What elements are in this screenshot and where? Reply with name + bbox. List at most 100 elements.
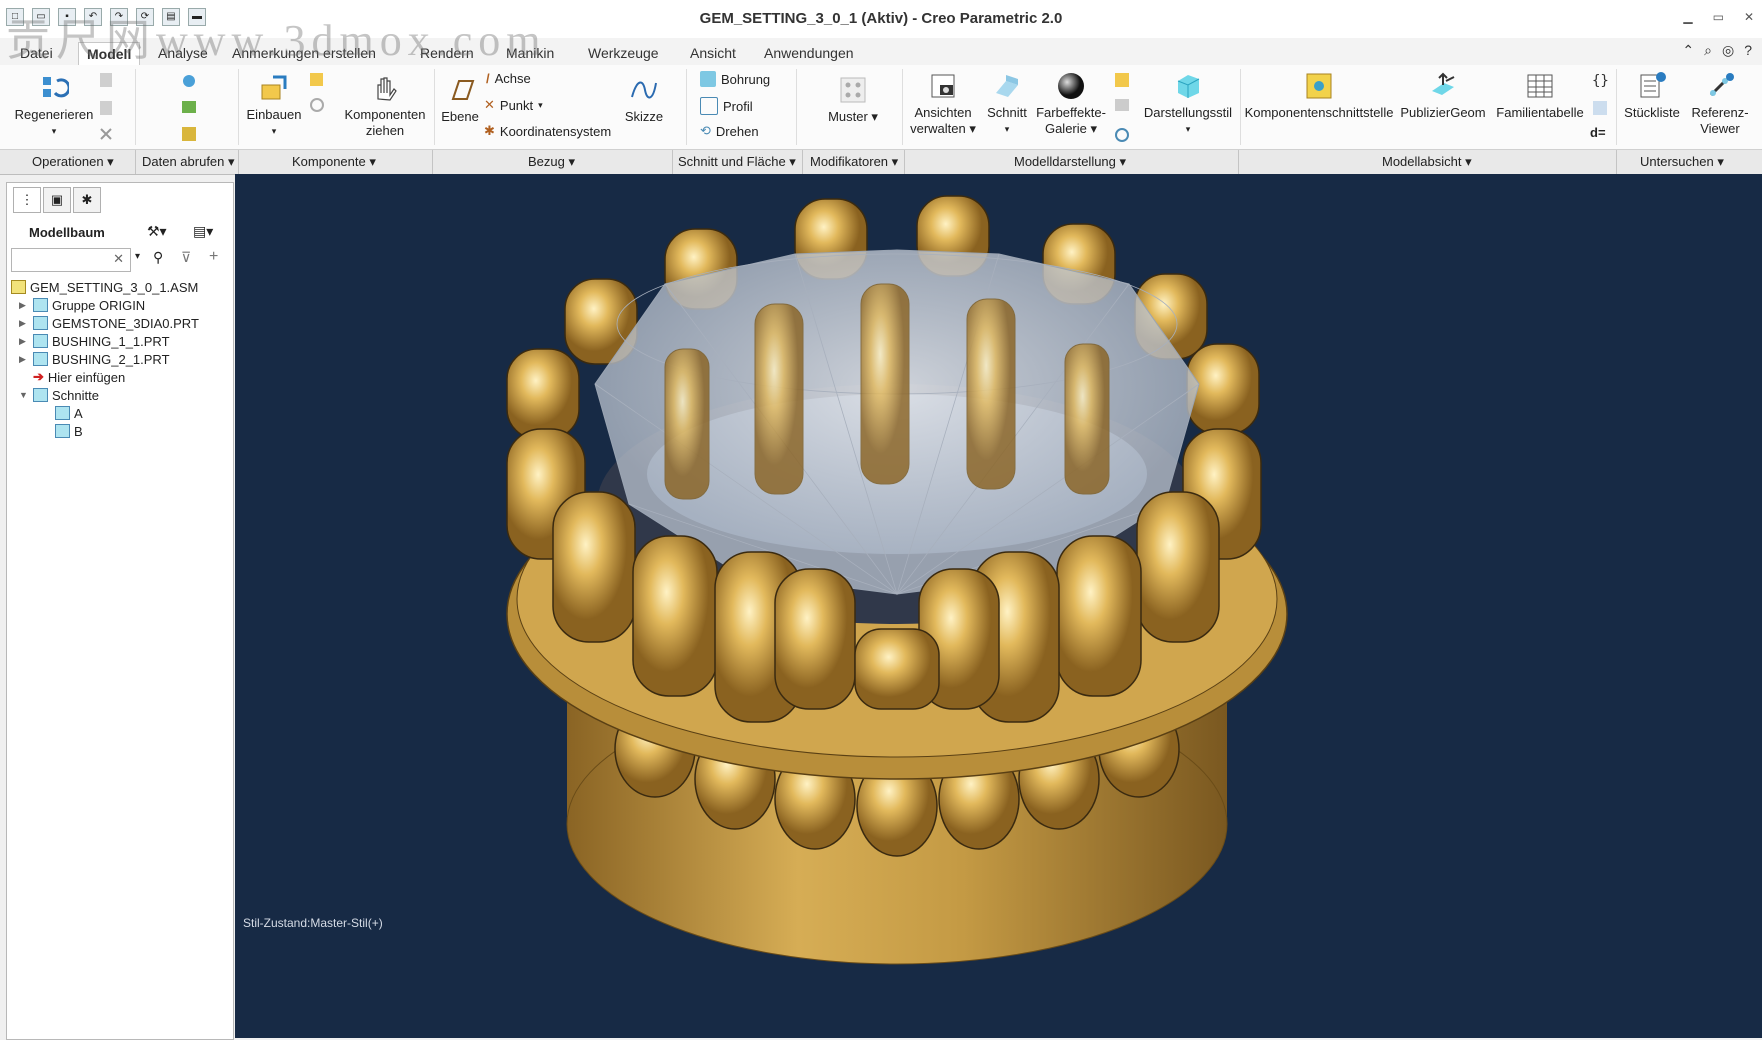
darstellungsstil-button[interactable]: Darstellungsstil ▾ — [1138, 71, 1238, 137]
tab-werkzeuge[interactable]: Werkzeuge — [580, 42, 667, 64]
group-modelldarstellung[interactable]: Modelldarstellung ▾ — [1014, 154, 1126, 170]
komponenten-label: Komponenten — [344, 107, 426, 122]
ribbon: Regenerieren ▾ Einbauen ▾ Komponenten zi… — [0, 65, 1762, 149]
filter-icon[interactable]: ⊽ — [181, 249, 191, 266]
publiziergeom-label: PublizierGeom — [1400, 105, 1486, 120]
group-icon — [33, 298, 48, 312]
darstellungsstil-label: Darstellungsstil — [1143, 105, 1233, 120]
schnitt-label: Schnitt — [987, 105, 1027, 120]
group-modifikatoren[interactable]: Modifikatoren ▾ — [810, 154, 898, 170]
skizze-button[interactable]: Skizze — [616, 75, 672, 125]
tree-columns-icon[interactable]: ▤▾ — [193, 223, 213, 240]
punkt-button[interactable]: ✕ Punkt ▾ — [484, 97, 543, 113]
familientabelle-button[interactable]: Familientabelle — [1492, 71, 1588, 121]
komponentenschnittstelle-button[interactable]: Komponentenschnittstelle — [1244, 71, 1394, 121]
section-icon — [55, 424, 70, 438]
pattern-icon — [840, 77, 866, 103]
clipboard-icons[interactable] — [98, 71, 116, 147]
tree-item-section-a[interactable]: A — [55, 405, 83, 421]
reference-viewer-icon — [1709, 73, 1734, 97]
muster-button[interactable]: Muster ▾ — [820, 75, 886, 125]
ansichten-verwalten-button[interactable]: Ansichten verwalten ▾ — [904, 71, 982, 137]
profil-button[interactable]: Profil — [700, 97, 753, 115]
point-icon: ✕ — [484, 97, 495, 112]
svg-text:{}: {} — [1592, 73, 1609, 89]
tree-item-section-b[interactable]: B — [55, 423, 83, 439]
drag-hand-icon — [377, 77, 397, 101]
help-icon[interactable]: ? — [1744, 42, 1752, 59]
minimize-button[interactable]: ▁ — [1683, 10, 1692, 24]
axis-icon: / — [486, 71, 490, 86]
watermark-text: 贡尺网www.3dmox.com — [6, 16, 547, 65]
component-small-icons[interactable] — [308, 71, 326, 117]
tree-item-bushing-1[interactable]: ▶ BUSHING_1_1.PRT — [19, 333, 170, 349]
expand-icon[interactable]: ▶ — [19, 300, 29, 311]
data-fetch-icons[interactable] — [178, 71, 200, 147]
referenz-viewer-button[interactable]: Referenz- Viewer — [1684, 71, 1756, 137]
favorites-tab[interactable]: ✱ — [73, 187, 101, 213]
drehen-button[interactable]: ⟲ Drehen — [700, 123, 759, 139]
einbauen-button[interactable]: Einbauen ▾ — [244, 73, 304, 139]
regenerieren-button[interactable]: Regenerieren ▾ — [12, 73, 96, 139]
add-icon[interactable]: + — [209, 248, 218, 266]
viewer-label: Viewer — [1700, 121, 1740, 136]
tree-settings-icon[interactable]: ⚒▾ — [147, 223, 167, 240]
group-bezug[interactable]: Bezug ▾ — [528, 154, 575, 170]
koordinatensystem-button[interactable]: ✱ Koordinatensystem — [484, 123, 611, 139]
display-small-icons[interactable] — [1112, 71, 1132, 147]
tree-item-group-origin[interactable]: ▶ Gruppe ORIGIN — [19, 297, 145, 313]
tree-item-schnitte[interactable]: ▼ Schnitte — [19, 387, 99, 403]
regenerate-icon — [43, 77, 69, 98]
model-tree-tab[interactable]: ⋮ — [13, 187, 41, 213]
star-folder-icon: ✱ — [81, 192, 93, 207]
find-icon[interactable]: ⚲ — [153, 249, 163, 266]
folder-browser-tab[interactable]: ▣ — [43, 187, 71, 213]
group-komponente[interactable]: Komponente ▾ — [292, 154, 376, 170]
clear-icon[interactable]: ✕ — [113, 251, 124, 267]
stueckliste-button[interactable]: Stückliste — [1620, 71, 1684, 121]
group-daten-abrufen[interactable]: Daten abrufen ▾ — [142, 154, 235, 170]
ebene-button[interactable]: Ebene — [438, 75, 482, 125]
achse-button[interactable]: / Achse — [486, 71, 531, 86]
display-style-icon — [1177, 75, 1200, 98]
assembly-icon — [11, 280, 26, 294]
relations-icons[interactable]: {} — [1590, 71, 1610, 123]
komponenten-ziehen-button[interactable]: Komponenten ziehen — [340, 73, 430, 139]
regenerieren-label: Regenerieren — [14, 107, 94, 122]
collapse-icon[interactable]: ▼ — [19, 390, 29, 400]
tab-anwendungen[interactable]: Anwendungen — [756, 42, 862, 64]
tab-ansicht[interactable]: Ansicht — [682, 42, 744, 64]
csys-icon: ✱ — [484, 123, 495, 138]
group-modellabsicht[interactable]: Modellabsicht ▾ — [1382, 154, 1472, 170]
tree-item-bushing-2[interactable]: ▶ BUSHING_2_1.PRT — [19, 351, 170, 367]
publiziergeom-button[interactable]: PublizierGeom — [1398, 71, 1488, 121]
search-icon[interactable]: ⌕ — [1704, 42, 1712, 59]
group-operationen[interactable]: Operationen ▾ — [32, 154, 114, 170]
schnitt-button[interactable]: Schnitt ▾ — [982, 71, 1032, 137]
group-untersuchen[interactable]: Untersuchen ▾ — [1640, 154, 1724, 170]
revolve-icon: ⟲ — [700, 123, 711, 138]
part-icon — [33, 352, 48, 366]
tree-item-gemstone[interactable]: ▶ GEMSTONE_3DIA0.PRT — [19, 315, 199, 331]
tree-search-input[interactable]: ✕ — [11, 248, 131, 272]
part-icon — [33, 334, 48, 348]
farbeffekte-galerie-button[interactable]: Farbeffekte- Galerie ▾ — [1032, 71, 1110, 137]
graphics-viewport[interactable]: Stil-Zustand:Master-Stil(+) — [235, 174, 1762, 1038]
chevron-up-icon[interactable]: ⌃ — [1682, 42, 1694, 59]
d-equals-button[interactable]: d= — [1590, 125, 1606, 140]
tree-item-insert-here[interactable]: ➔ Hier einfügen — [19, 369, 125, 385]
section-folder-icon — [33, 388, 48, 402]
expand-icon[interactable]: ▶ — [19, 354, 29, 365]
bohrung-button[interactable]: Bohrung — [700, 71, 770, 87]
expand-icon[interactable]: ▶ — [19, 318, 29, 329]
group-schnitt-und-flaeche[interactable]: Schnitt und Fläche ▾ — [678, 154, 796, 170]
bom-icon — [1640, 72, 1666, 98]
search-dropdown-icon[interactable]: ▾ — [135, 251, 140, 262]
tree-item-asm[interactable]: GEM_SETTING_3_0_1.ASM — [11, 279, 198, 295]
ansichten-label: Ansichten — [914, 105, 972, 120]
expand-icon[interactable]: ▶ — [19, 336, 29, 347]
community-icon[interactable]: ◎ — [1722, 42, 1734, 59]
tree-icon: ⋮ — [20, 192, 34, 207]
close-button[interactable]: ✕ — [1744, 10, 1754, 24]
maximize-button[interactable]: ▭ — [1713, 10, 1724, 24]
